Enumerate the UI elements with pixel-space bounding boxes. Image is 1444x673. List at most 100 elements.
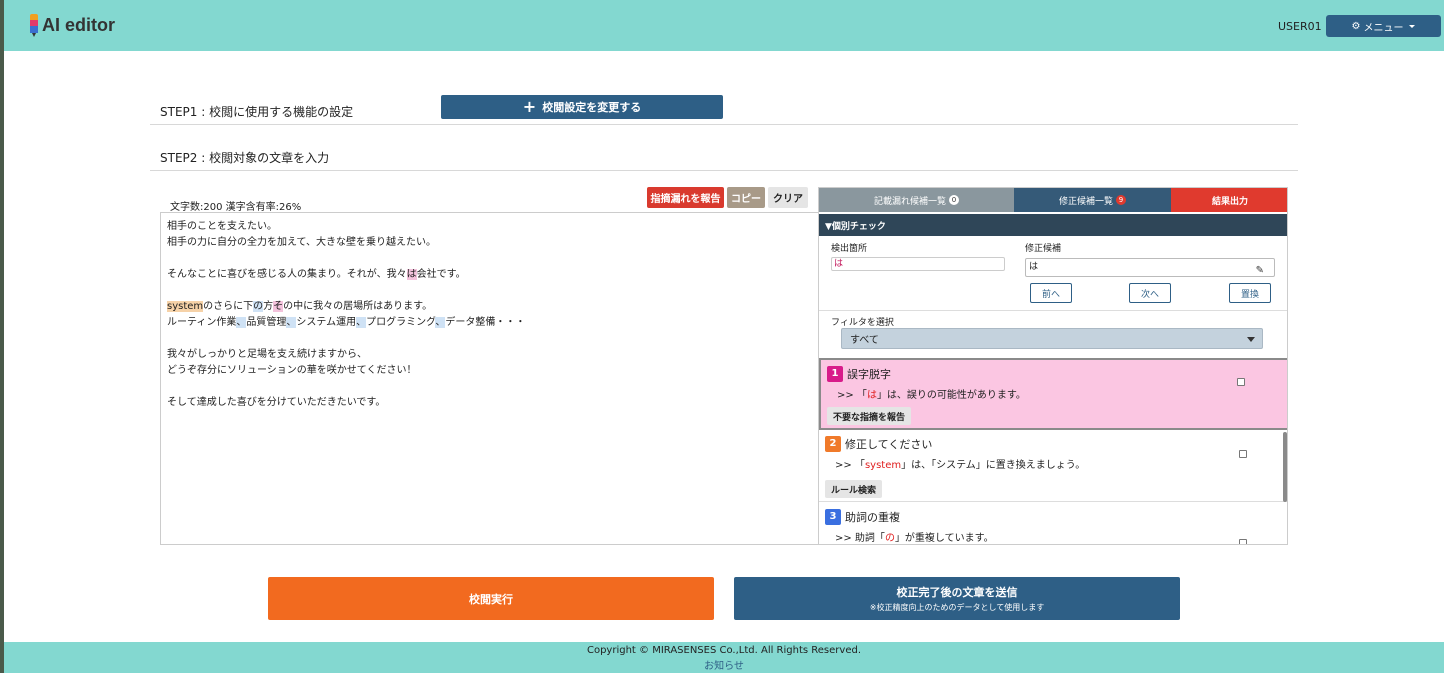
text-span: 」は、「システム」に置き換えましょう。	[901, 460, 1086, 471]
highlight-typo[interactable]: そ	[273, 301, 284, 312]
item-title: 2 修正してください	[825, 436, 932, 452]
replace-button[interactable]: 置換	[1229, 283, 1271, 303]
step2-label: STEP2 : 校閲対象の文章を入力	[160, 151, 330, 165]
tab-fix-candidates[interactable]: 修正候補一覧 9	[1014, 188, 1171, 212]
panel-tabs: 記載漏れ候補一覧 0 修正候補一覧 9 結果出力	[819, 188, 1287, 212]
individual-check-toggle[interactable]: ▼個別チェック	[819, 214, 1287, 236]
text-span: >> 助詞「	[835, 533, 885, 544]
editor-line: そして達成した喜びを分けていただきたいです。	[167, 397, 386, 408]
item-title-text: 助詞の重複	[845, 511, 900, 524]
fix-label: 修正候補	[1025, 244, 1062, 254]
text-span: データ整備・・・	[445, 317, 526, 328]
notice-link[interactable]: お知らせ	[4, 657, 1444, 672]
tab-missing-candidates[interactable]: 記載漏れ候補一覧 0	[819, 188, 1014, 212]
list-item[interactable]: 2 修正してください >> 「system」は、「システム」に置き換えましょう。…	[819, 430, 1287, 502]
text-span: プログラミング	[366, 317, 436, 328]
text-span: 」が重複しています。	[894, 533, 994, 544]
highlight-particle[interactable]: の	[253, 301, 264, 312]
execute-proofread-button[interactable]: 校閲実行	[268, 577, 714, 620]
send-label: 校正完了後の文章を送信	[896, 586, 1018, 599]
item-keyword: の	[884, 533, 895, 544]
text-span: 」は、誤りの可能性があります。	[876, 390, 1026, 401]
prev-button[interactable]: 前へ	[1030, 283, 1072, 303]
rule-search-button[interactable]: ルール検索	[825, 480, 883, 498]
change-settings-button[interactable]: + 校閲設定を変更する	[441, 95, 723, 119]
scrollbar[interactable]	[1283, 432, 1287, 502]
editor-line-empty	[167, 379, 812, 395]
report-unneeded-button[interactable]: 不要な指摘を報告	[827, 407, 912, 425]
tab-export[interactable]: 結果出力	[1171, 188, 1287, 212]
editor-line-empty	[167, 283, 812, 299]
text-span: ルーティン作業	[167, 317, 237, 328]
pencil-icon[interactable]: ✎	[1256, 262, 1264, 279]
item-keyword: system	[864, 460, 902, 471]
highlight-comma[interactable]: 、	[435, 317, 446, 328]
gear-icon: ⚙	[1351, 20, 1361, 32]
next-button[interactable]: 次へ	[1129, 283, 1171, 303]
clear-button[interactable]: クリア	[768, 187, 808, 208]
text-span: システム運用	[296, 317, 357, 328]
logo[interactable]: AI editor	[30, 14, 116, 37]
footer: Copyright © MIRASENSES Co.,Ltd. All Righ…	[4, 642, 1444, 673]
item-checkbox[interactable]	[1237, 378, 1245, 386]
plus-icon: +	[522, 97, 537, 116]
send-note: ※校正精度向上のためのデータとして使用します	[869, 603, 1045, 612]
char-counter: 文字数:200 漢字含有率:26%	[170, 202, 302, 213]
item-number: 1	[827, 366, 843, 382]
send-text-button[interactable]: 校正完了後の文章を送信 ※校正精度向上のためのデータとして使用します	[734, 577, 1180, 620]
text-span: >> 「	[835, 460, 865, 471]
user-name: USER01	[1278, 20, 1322, 33]
suggestion-list: 1 誤字脱字 >> 「は」は、誤りの可能性があります。 不要な指摘を報告 2 修…	[819, 356, 1287, 544]
highlight-fix[interactable]: system	[167, 301, 204, 312]
tab-badge: 9	[1116, 195, 1126, 205]
fix-input[interactable]: は ✎	[1025, 258, 1275, 277]
text-span: 品質管理	[246, 317, 287, 328]
list-item[interactable]: 1 誤字脱字 >> 「は」は、誤りの可能性があります。 不要な指摘を報告	[819, 358, 1287, 430]
highlight-comma[interactable]: 、	[356, 317, 367, 328]
copy-button[interactable]: コピー	[727, 187, 765, 208]
text-span: >> 「	[837, 390, 867, 401]
correction-panel: 記載漏れ候補一覧 0 修正候補一覧 9 結果出力 ▼個別チェック 検出箇所 は …	[818, 187, 1288, 545]
menu-button[interactable]: ⚙ メニュー	[1326, 15, 1441, 37]
editor-line: そんなことに喜びを感じる人の集まり。それが、我々は会社です。	[167, 267, 812, 283]
text-editor[interactable]: 相手のことを支えたい。 相手の力に自分の全力を加えて、大きな壁を乗り越えたい。 …	[160, 212, 818, 545]
highlight-typo[interactable]: は	[406, 269, 417, 280]
editor-line-empty	[167, 251, 812, 267]
item-checkbox[interactable]	[1239, 539, 1247, 544]
editor-line-empty	[167, 331, 812, 347]
highlight-comma[interactable]: 、	[286, 317, 297, 328]
logo-text: AI editor	[42, 14, 116, 35]
filter-label: フィルタを選択	[831, 318, 894, 328]
tab-badge: 0	[949, 195, 959, 205]
item-title-text: 誤字脱字	[847, 368, 891, 381]
item-number: 3	[825, 509, 841, 525]
detect-field: は	[831, 257, 1005, 271]
editor-line: 相手の力に自分の全力を加えて、大きな壁を乗り越えたい。	[167, 237, 436, 248]
text-span: 会社です。	[416, 269, 466, 280]
editor-line: 相手のことを支えたい。	[167, 221, 277, 232]
item-number: 2	[825, 436, 841, 452]
caret-down-icon	[1409, 24, 1416, 28]
item-title: 1 誤字脱字	[827, 366, 891, 382]
item-title: 3 助詞の重複	[825, 509, 900, 525]
item-checkbox[interactable]	[1239, 450, 1247, 458]
copyright: Copyright © MIRASENSES Co.,Ltd. All Righ…	[586, 645, 862, 656]
menu-label: メニュー	[1363, 22, 1404, 34]
text-span: そんなことに喜びを感じる人の集まり。それが、我々	[167, 269, 407, 280]
highlight-comma[interactable]: 、	[236, 317, 247, 328]
step1-label: STEP1 : 校閲に使用する機能の設定	[160, 105, 354, 119]
app-frame: AI editor USER01 ⚙ メニュー STEP1 : 校閲に使用する機…	[4, 0, 1444, 673]
divider	[150, 124, 1298, 125]
editor-line: 我々がしっかりと足場を支え続けますから、	[167, 349, 367, 360]
text-span: のさらに下	[203, 301, 254, 312]
filter-select[interactable]: すべて	[841, 328, 1263, 349]
header: AI editor USER01 ⚙ メニュー	[4, 0, 1444, 51]
list-item[interactable]: 3 助詞の重複 >> 助詞「の」が重複しています。	[819, 503, 1287, 544]
tab-label: 記載漏れ候補一覧	[873, 196, 946, 207]
tab-label: 修正候補一覧	[1058, 196, 1113, 207]
text-span: の中に我々の居場所はあります。	[283, 301, 433, 312]
divider	[150, 170, 1298, 171]
report-missing-button[interactable]: 指摘漏れを報告	[647, 187, 724, 208]
change-settings-label: 校閲設定を変更する	[542, 101, 642, 114]
filter-value: すべて	[850, 335, 879, 346]
